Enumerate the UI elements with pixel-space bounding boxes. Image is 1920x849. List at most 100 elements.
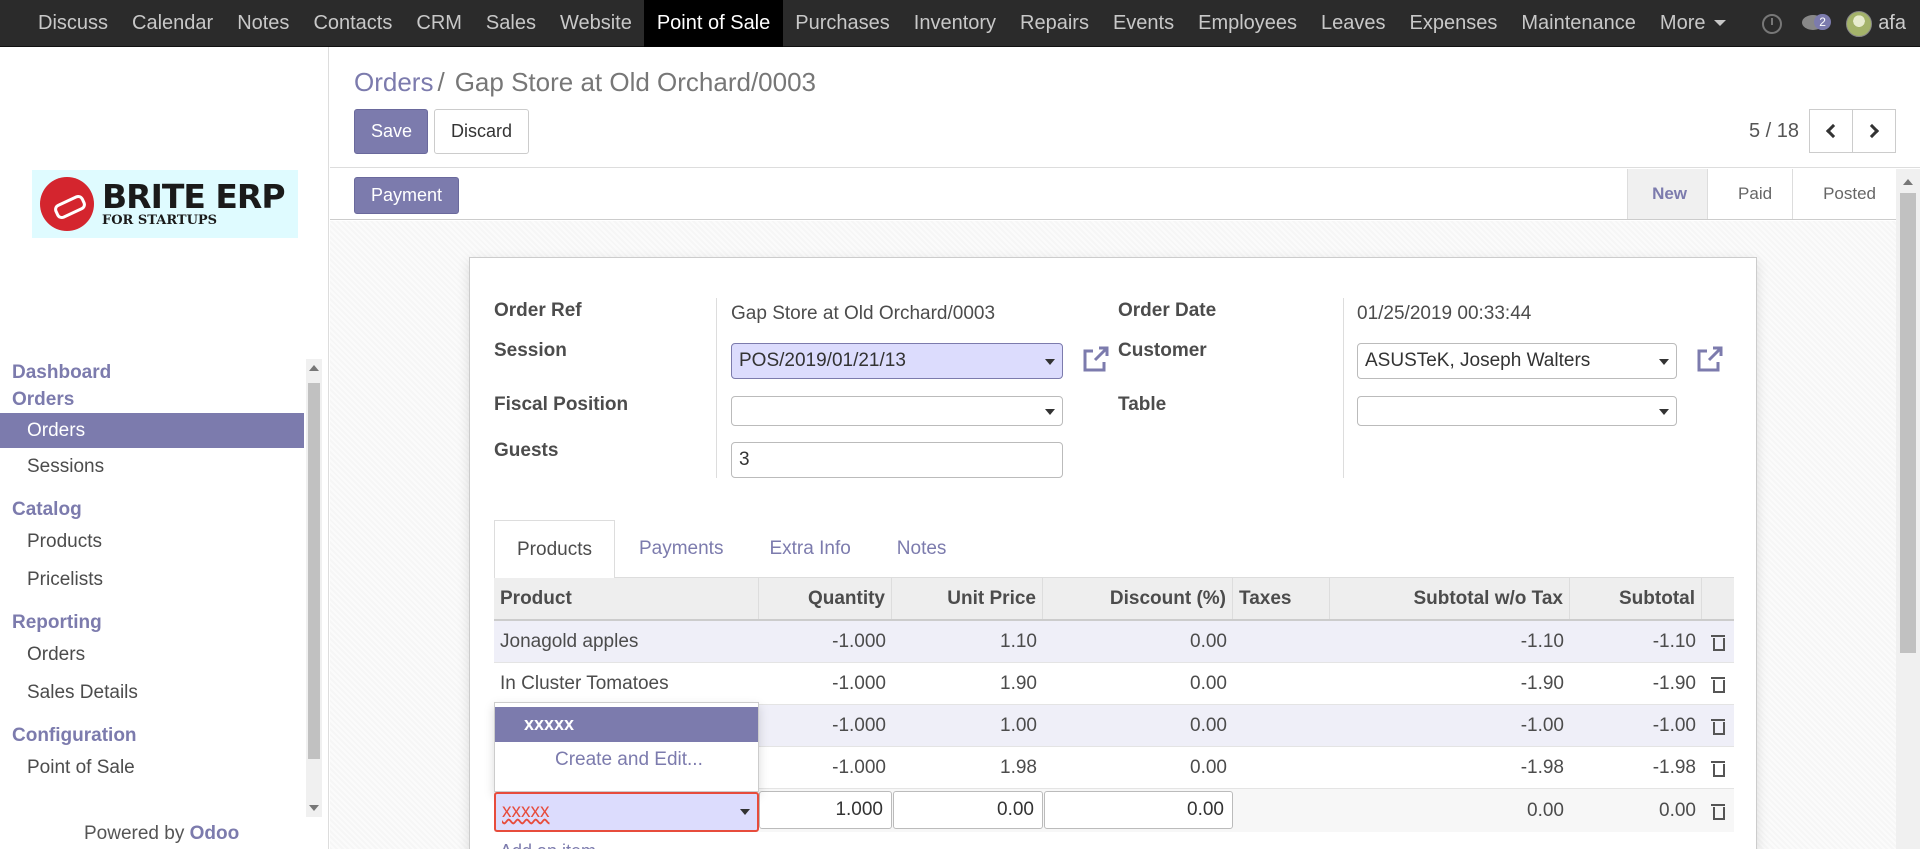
line-quantity: -1.000 [832,630,886,652]
sidebar-section-dashboard[interactable]: Dashboard [0,359,304,386]
sidebar-scrollbar[interactable] [306,359,322,817]
table-row[interactable]: In Cluster Tomatoes -1.000 1.90 0.00 -1.… [494,663,1734,705]
sidebar-item-point-of-sale[interactable]: Point of Sale [0,749,304,787]
menu-employees[interactable]: Employees [1186,0,1309,47]
menu-expenses[interactable]: Expenses [1398,0,1510,47]
line-taxes [1233,621,1330,662]
trash-icon [1711,634,1725,651]
save-button[interactable]: Save [354,109,428,154]
line-discount: 0.00 [1190,672,1227,694]
delete-line-button[interactable] [1702,747,1734,788]
menu-crm[interactable]: CRM [404,0,474,47]
column-quantity[interactable]: Quantity [759,578,892,619]
logo-brand-text: BRITE ERP [102,177,286,216]
scroll-down-icon[interactable] [309,805,319,811]
line-subtotal-wo-tax: -1.10 [1520,630,1564,652]
menu-more[interactable]: More [1648,0,1738,47]
scroll-up-icon[interactable] [1903,179,1913,185]
delete-line-button[interactable] [1702,789,1734,832]
scrollbar-thumb[interactable] [308,383,320,759]
table-row[interactable]: Jonagold apples -1.000 1.10 0.00 -1.10 -… [494,621,1734,663]
sidebar-item-sessions[interactable]: Sessions [0,448,304,486]
product-autocomplete: xxxxx Create and Edit... [494,702,759,792]
tab-extra-info[interactable]: Extra Info [749,520,870,578]
status-posted: Posted [1792,169,1896,219]
messages-icon[interactable]: 2 [1802,13,1831,34]
menu-website[interactable]: Website [548,0,644,47]
customer-field[interactable]: ASUSTeK, Joseph Walters [1357,343,1677,379]
customer-label: Customer [1118,340,1207,361]
odoo-link[interactable]: Odoo [190,823,240,844]
discard-button[interactable]: Discard [434,109,530,154]
delete-line-button[interactable] [1702,621,1734,662]
sidebar-section-catalog: Catalog [12,499,82,520]
pager-next-button[interactable] [1852,109,1896,153]
dropdown-arrow-icon[interactable] [1045,359,1055,365]
column-unit-price[interactable]: Unit Price [892,578,1043,619]
message-count-badge: 2 [1814,13,1831,30]
control-panel: Orders / Gap Store at Old Orchard/0003 Sav… [330,47,1920,168]
sidebar-item-pricelists[interactable]: Pricelists [0,561,304,599]
dropdown-arrow-icon[interactable] [740,809,750,815]
discount-input[interactable]: 0.00 [1044,791,1233,829]
scroll-up-icon[interactable] [309,365,319,371]
sidebar-section-configuration: Configuration [12,725,137,746]
payment-button[interactable]: Payment [354,177,460,214]
line-subtotal: -1.00 [1652,714,1696,736]
fiscal-position-field[interactable] [731,396,1063,426]
dropdown-arrow-icon[interactable] [1659,359,1669,365]
unit-price-input[interactable]: 0.00 [893,791,1043,829]
delete-line-button[interactable] [1702,663,1734,704]
create-and-edit-option[interactable]: Create and Edit... [495,742,758,777]
dropdown-arrow-icon[interactable] [1045,409,1055,415]
menu-repairs[interactable]: Repairs [1008,0,1101,47]
breadcrumb-current: Gap Store at Old Orchard/0003 [454,67,817,97]
sidebar-item-reporting-orders[interactable]: Orders [0,636,304,674]
scrollbar-thumb[interactable] [1900,193,1916,653]
guests-input[interactable]: 3 [731,442,1063,478]
column-product[interactable]: Product [494,578,759,619]
add-item-link[interactable]: Add an item [500,841,596,849]
external-link-icon[interactable] [1695,345,1725,373]
tab-payments[interactable]: Payments [619,520,743,578]
tab-products[interactable]: Products [494,520,615,579]
sidebar-item-orders[interactable]: Orders [0,413,304,448]
menu-inventory[interactable]: Inventory [902,0,1008,47]
menu-contacts[interactable]: Contacts [301,0,404,47]
menu-events[interactable]: Events [1101,0,1186,47]
menu-notes[interactable]: Notes [225,0,301,47]
column-discount[interactable]: Discount (%) [1043,578,1233,619]
column-subtotal-wo-tax[interactable]: Subtotal w/o Tax [1330,578,1570,619]
session-field[interactable]: POS/2019/01/21/13 [731,343,1063,379]
product-input[interactable]: xxxxx [494,792,759,832]
column-taxes[interactable]: Taxes [1233,578,1330,619]
quantity-input[interactable]: 1.000 [759,791,892,829]
pager-previous-button[interactable] [1809,109,1853,153]
breadcrumb-orders-link[interactable]: Orders [354,67,433,97]
external-link-icon[interactable] [1081,345,1111,373]
table-field[interactable] [1357,396,1677,426]
pager-value[interactable]: 5 / 18 [1749,120,1799,143]
sidebar-item-products[interactable]: Products [0,523,304,561]
logo-emblem-icon [40,177,94,231]
user-menu[interactable]: afa [1846,10,1906,37]
company-logo: BRITE ERP FOR STARTUPS [32,170,298,238]
dropdown-arrow-icon[interactable] [1659,409,1669,415]
menu-discuss[interactable]: Discuss [26,0,120,47]
sidebar-item-sales-details[interactable]: Sales Details [0,674,304,712]
delete-line-button[interactable] [1702,705,1734,746]
column-subtotal[interactable]: Subtotal [1570,578,1702,619]
customer-value: ASUSTeK, Joseph Walters [1365,350,1591,371]
menu-purchases[interactable]: Purchases [783,0,902,47]
activity-clock-icon[interactable] [1762,13,1783,34]
tab-notes[interactable]: Notes [877,520,967,578]
field-divider [1343,298,1344,478]
menu-point-of-sale[interactable]: Point of Sale [643,0,784,47]
menu-calendar[interactable]: Calendar [120,0,225,47]
menu-maintenance[interactable]: Maintenance [1509,0,1648,47]
autocomplete-option[interactable]: xxxxx [495,707,758,742]
line-taxes [1233,789,1330,832]
menu-leaves[interactable]: Leaves [1309,0,1398,47]
menu-sales[interactable]: Sales [474,0,548,47]
main-scrollbar[interactable] [1896,169,1920,849]
